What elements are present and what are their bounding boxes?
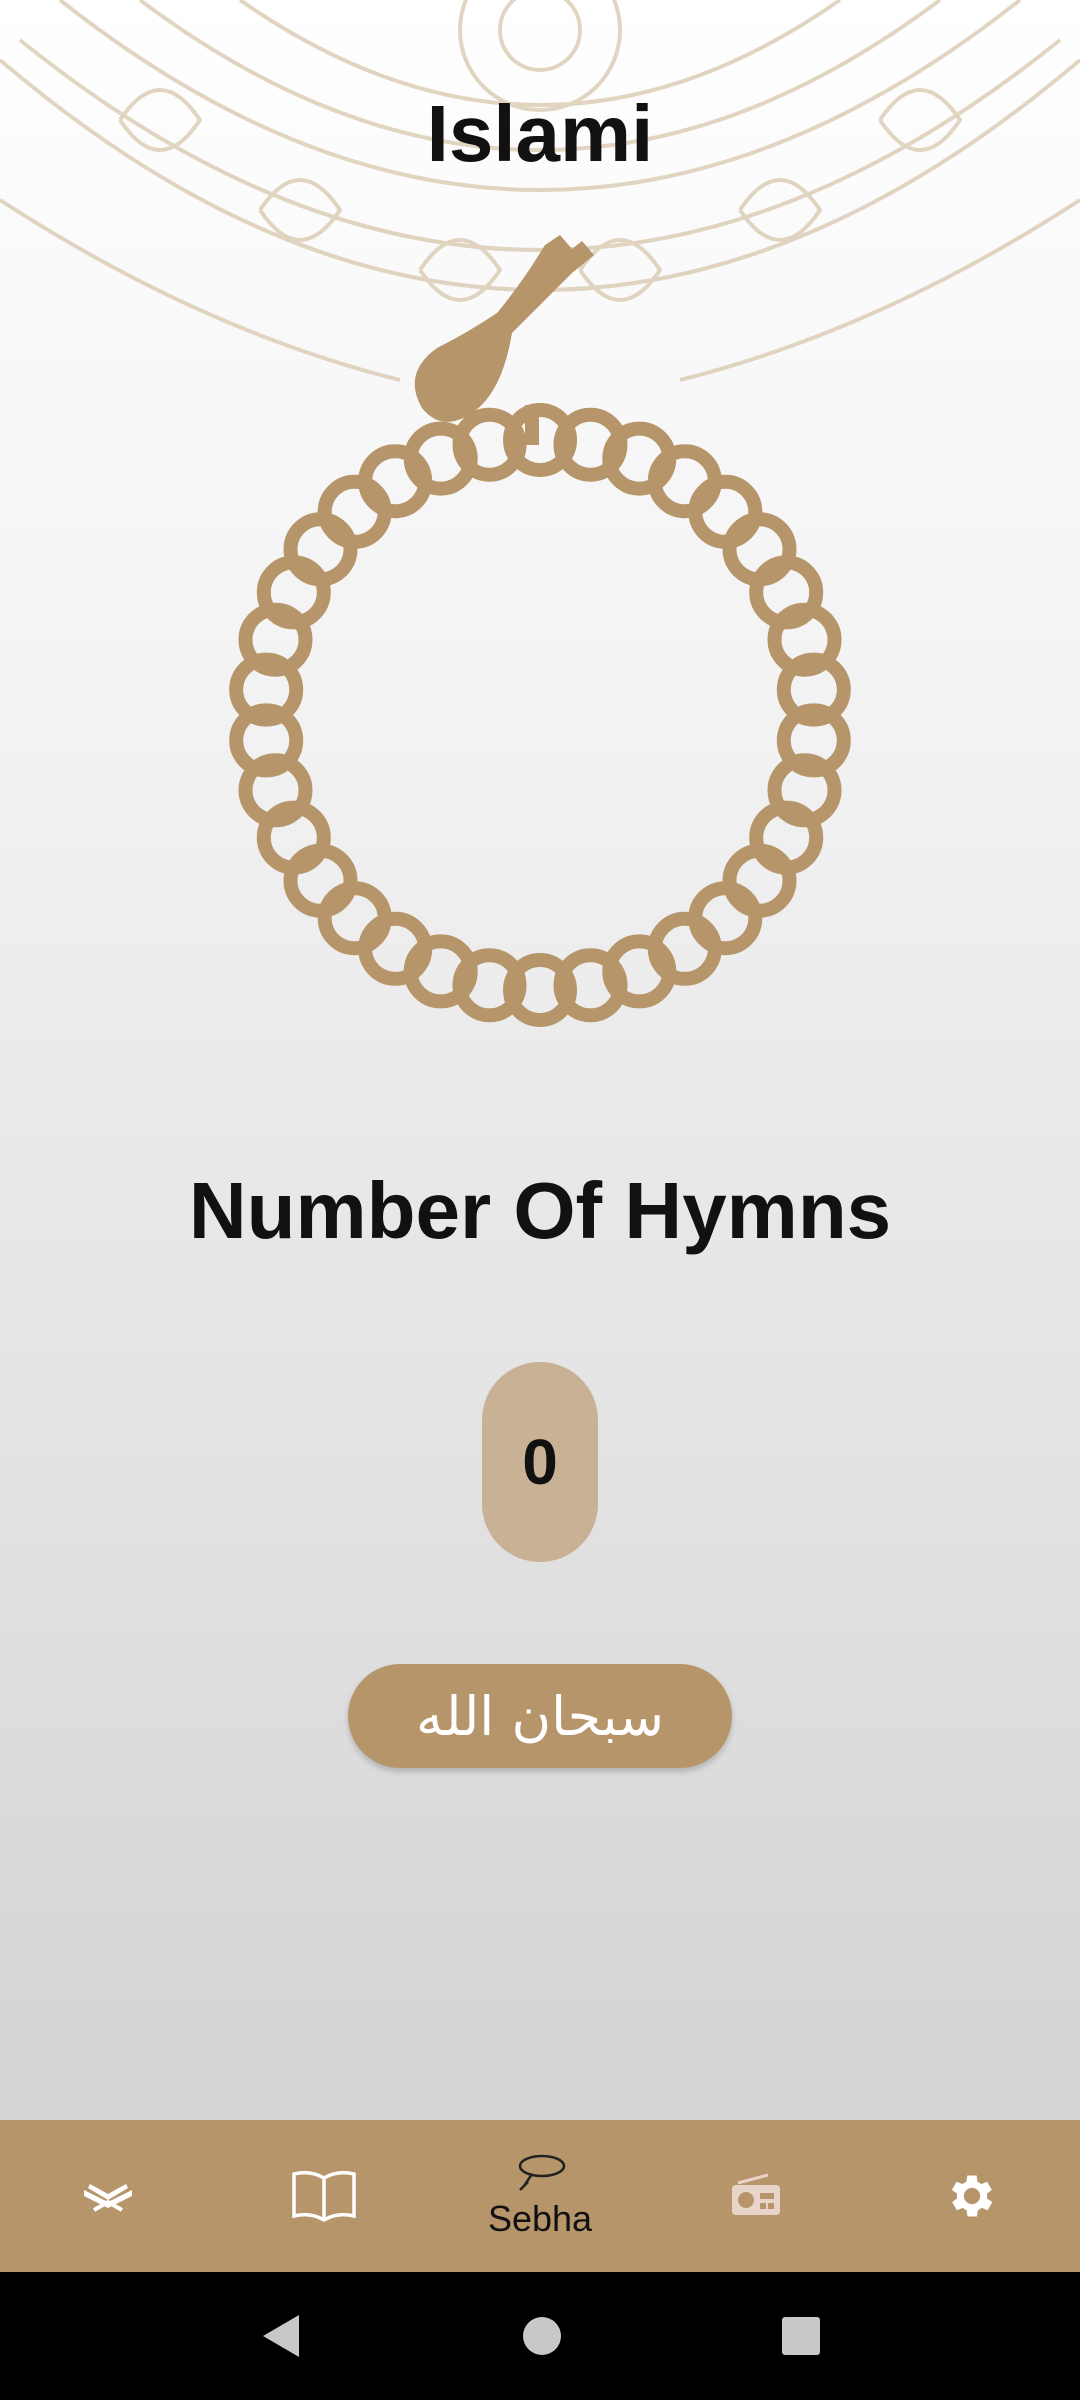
bottom-navigation: Sebha bbox=[0, 2120, 1080, 2272]
nav-item-settings[interactable] bbox=[864, 2120, 1080, 2272]
recents-icon[interactable] bbox=[781, 2316, 821, 2356]
radio-icon bbox=[732, 2173, 780, 2215]
hymns-counter: 0 bbox=[482, 1362, 598, 1562]
sebha-icon bbox=[518, 2154, 566, 2191]
app-title: Islami bbox=[426, 89, 654, 178]
nav-item-hadith[interactable] bbox=[216, 2120, 432, 2272]
back-icon[interactable] bbox=[259, 2313, 303, 2359]
number-of-hymns-heading: Number Of Hymns bbox=[188, 1166, 892, 1255]
gear-icon bbox=[951, 2175, 993, 2217]
quran-icon bbox=[84, 2184, 132, 2212]
nav-item-radio[interactable] bbox=[648, 2120, 864, 2272]
system-navigation-bar bbox=[0, 2272, 1080, 2400]
nav-label-sebha: Sebha bbox=[487, 2198, 593, 2239]
tasbih-button[interactable]: سبحان الله bbox=[348, 1664, 732, 1768]
nav-item-sebha[interactable]: Sebha bbox=[432, 2120, 648, 2272]
book-icon bbox=[292, 2170, 356, 2222]
sebha-beads-image[interactable] bbox=[220, 225, 860, 1055]
home-icon[interactable] bbox=[522, 2316, 562, 2356]
nav-item-quran[interactable] bbox=[0, 2120, 216, 2272]
